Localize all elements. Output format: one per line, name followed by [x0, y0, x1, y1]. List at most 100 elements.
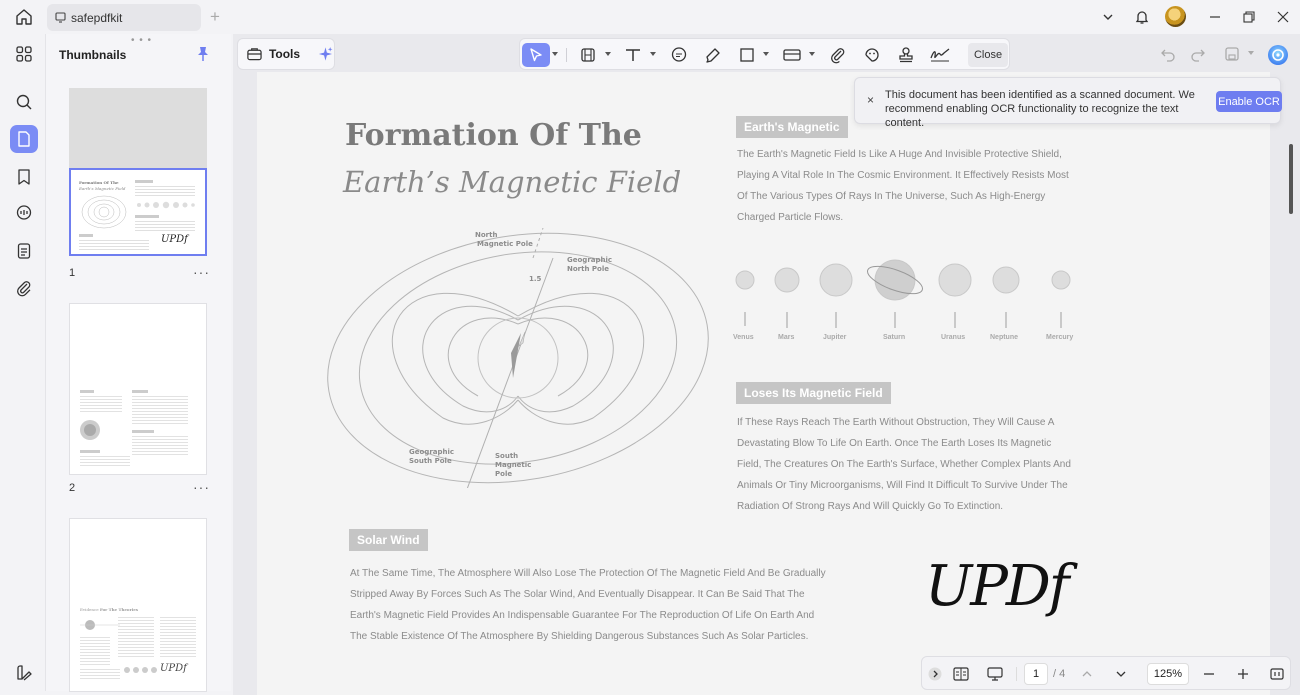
- zoom-in-icon[interactable]: [1232, 663, 1254, 685]
- measure-caret-icon[interactable]: [809, 52, 815, 56]
- thumbnail-previous-gray: [69, 88, 207, 168]
- thumb3-signature: UPDf: [160, 663, 187, 674]
- next-page-icon[interactable]: [1110, 663, 1132, 685]
- thumb1-planets: [137, 201, 195, 209]
- thumb1-title2: Earth's Magnetic Field: [79, 186, 126, 191]
- thumbnail-page-1[interactable]: Formation Of The Earth's Magnetic Field …: [69, 168, 207, 256]
- diagram-label-geo-south-2: South Pole: [409, 457, 452, 465]
- section-paragraph-1: The Earth's Magnetic Field Is Like A Hug…: [737, 149, 1069, 223]
- comments-icon[interactable]: [10, 199, 38, 227]
- text-tool-icon[interactable]: [621, 43, 645, 67]
- shape-caret-icon[interactable]: [763, 52, 769, 56]
- document-tab[interactable]: safepdfkit: [47, 4, 201, 31]
- rectangle-shape-icon[interactable]: [735, 43, 759, 67]
- diagram-label-geo-north: Geographic: [567, 256, 612, 264]
- form-fields-icon[interactable]: [10, 237, 38, 265]
- tools-label: Tools: [268, 47, 301, 61]
- signature-icon[interactable]: [928, 43, 952, 67]
- attachment-icon[interactable]: [10, 274, 38, 302]
- ai-assistant-icon[interactable]: [1267, 44, 1289, 66]
- home-icon[interactable]: [12, 6, 36, 28]
- bell-icon[interactable]: [1130, 6, 1154, 28]
- text-caret-icon[interactable]: [650, 52, 656, 56]
- thumbnails-page-icon[interactable]: [10, 125, 38, 153]
- section-paragraph-2: If These Rays Reach The Earth Without Ob…: [737, 417, 1071, 512]
- diagram-label-south-magnetic: South: [495, 452, 518, 460]
- thumb2-diagram: [80, 420, 100, 440]
- save-caret-icon[interactable]: [1248, 51, 1254, 55]
- ocr-notification: × This document has been identified as a…: [854, 77, 1282, 129]
- page-layout-icon[interactable]: [950, 663, 972, 685]
- save-icon[interactable]: [1220, 42, 1244, 66]
- panel-title: Thumbnails: [59, 48, 127, 62]
- new-tab-button[interactable]: +: [210, 8, 220, 26]
- chevron-down-icon[interactable]: [1096, 6, 1120, 28]
- zoom-level-input[interactable]: 125%: [1147, 663, 1189, 685]
- avatar[interactable]: [1165, 6, 1186, 27]
- thumbnail-more-button[interactable]: ···: [193, 479, 210, 495]
- measure-tool-icon[interactable]: [780, 43, 804, 67]
- presentation-icon[interactable]: [984, 663, 1006, 685]
- thumbnail-page-2[interactable]: [69, 303, 207, 475]
- thumbnail-more-button[interactable]: ···: [193, 264, 210, 280]
- actual-size-icon[interactable]: [1266, 663, 1288, 685]
- thumbnail-page-number: 2: [69, 482, 76, 494]
- redo-icon[interactable]: [1186, 42, 1210, 66]
- current-page-input[interactable]: 1: [1024, 663, 1048, 685]
- planet-label-jupiter: Jupiter: [823, 334, 847, 341]
- thumb3-heading: Evidence For The Theories: [80, 607, 138, 612]
- planet-label-mercury: Mercury: [1046, 334, 1074, 341]
- select-cursor-icon[interactable]: [522, 43, 550, 67]
- comment-bubble-icon[interactable]: [667, 43, 691, 67]
- close-window-icon[interactable]: [1271, 6, 1295, 28]
- minimize-icon[interactable]: [1203, 6, 1227, 28]
- diagram-label-north-magnetic: North: [475, 231, 497, 239]
- stamp-icon[interactable]: [894, 43, 918, 67]
- main-workspace: Tools Close Formation Of The Earth’s Mag…: [233, 34, 1300, 695]
- ai-sparkle-icon[interactable]: [317, 45, 334, 63]
- diagram-label-geo-north-2: North Pole: [567, 265, 609, 273]
- document-title-line2: Earth’s Magnetic Field: [343, 165, 682, 199]
- undo-icon[interactable]: [1156, 42, 1180, 66]
- magnetic-field-diagram: North Magnetic Pole Geographic North Pol…: [327, 228, 709, 488]
- bookmark-icon[interactable]: [10, 163, 38, 191]
- enable-ocr-button[interactable]: Enable OCR: [1216, 91, 1282, 112]
- thumbnail-page-3[interactable]: Evidence For The Theories UPDf: [69, 518, 207, 692]
- vertical-scrollbar[interactable]: [1289, 144, 1293, 214]
- tab-label: safepdfkit: [71, 10, 123, 25]
- expand-arrow-icon[interactable]: [924, 663, 946, 685]
- previous-page-icon[interactable]: [1076, 663, 1098, 685]
- frame-tool-icon[interactable]: [576, 43, 600, 67]
- tools-button[interactable]: Tools: [237, 38, 335, 70]
- thumbnail-page-number: 1: [69, 267, 76, 279]
- notification-close-icon[interactable]: ×: [867, 93, 874, 107]
- sticker-icon[interactable]: [860, 43, 884, 67]
- thumb3-diagram: [80, 620, 120, 630]
- thumb1-title1: Formation Of The: [79, 180, 119, 185]
- diagram-label-south-magnetic-2: Magnetic: [495, 461, 531, 469]
- thumb1-signature: UPDf: [161, 234, 188, 245]
- left-rail: [4, 34, 44, 691]
- section-heading-solar-wind: Solar Wind: [349, 529, 428, 551]
- pin-icon[interactable]: [196, 46, 210, 67]
- settings-panel-icon[interactable]: [10, 659, 38, 687]
- panel-drag-handle[interactable]: • • •: [131, 35, 152, 46]
- search-icon[interactable]: [10, 88, 38, 116]
- frame-caret-icon[interactable]: [605, 52, 611, 56]
- paperclip-icon[interactable]: [826, 43, 850, 67]
- thumb3-dots: [124, 667, 157, 673]
- title-bar: safepdfkit +: [0, 0, 1300, 34]
- close-toolbar-button[interactable]: Close: [968, 43, 1008, 67]
- document-tab-icon: [55, 12, 66, 23]
- thumbnails-panel: • • • Thumbnails Formation Of The Earth'…: [45, 34, 231, 692]
- edit-toolbar: Close: [519, 38, 1010, 70]
- apps-grid-icon[interactable]: [10, 40, 38, 68]
- planet-label-neptune: Neptune: [990, 334, 1018, 341]
- restore-icon[interactable]: [1237, 6, 1261, 28]
- select-caret-icon[interactable]: [552, 52, 558, 56]
- highlighter-icon[interactable]: [701, 43, 725, 67]
- document-title-line1: Formation Of The: [345, 118, 642, 153]
- updf-signature: UPDf: [925, 554, 1069, 619]
- total-pages: / 4: [1053, 668, 1066, 680]
- zoom-out-icon[interactable]: [1198, 663, 1220, 685]
